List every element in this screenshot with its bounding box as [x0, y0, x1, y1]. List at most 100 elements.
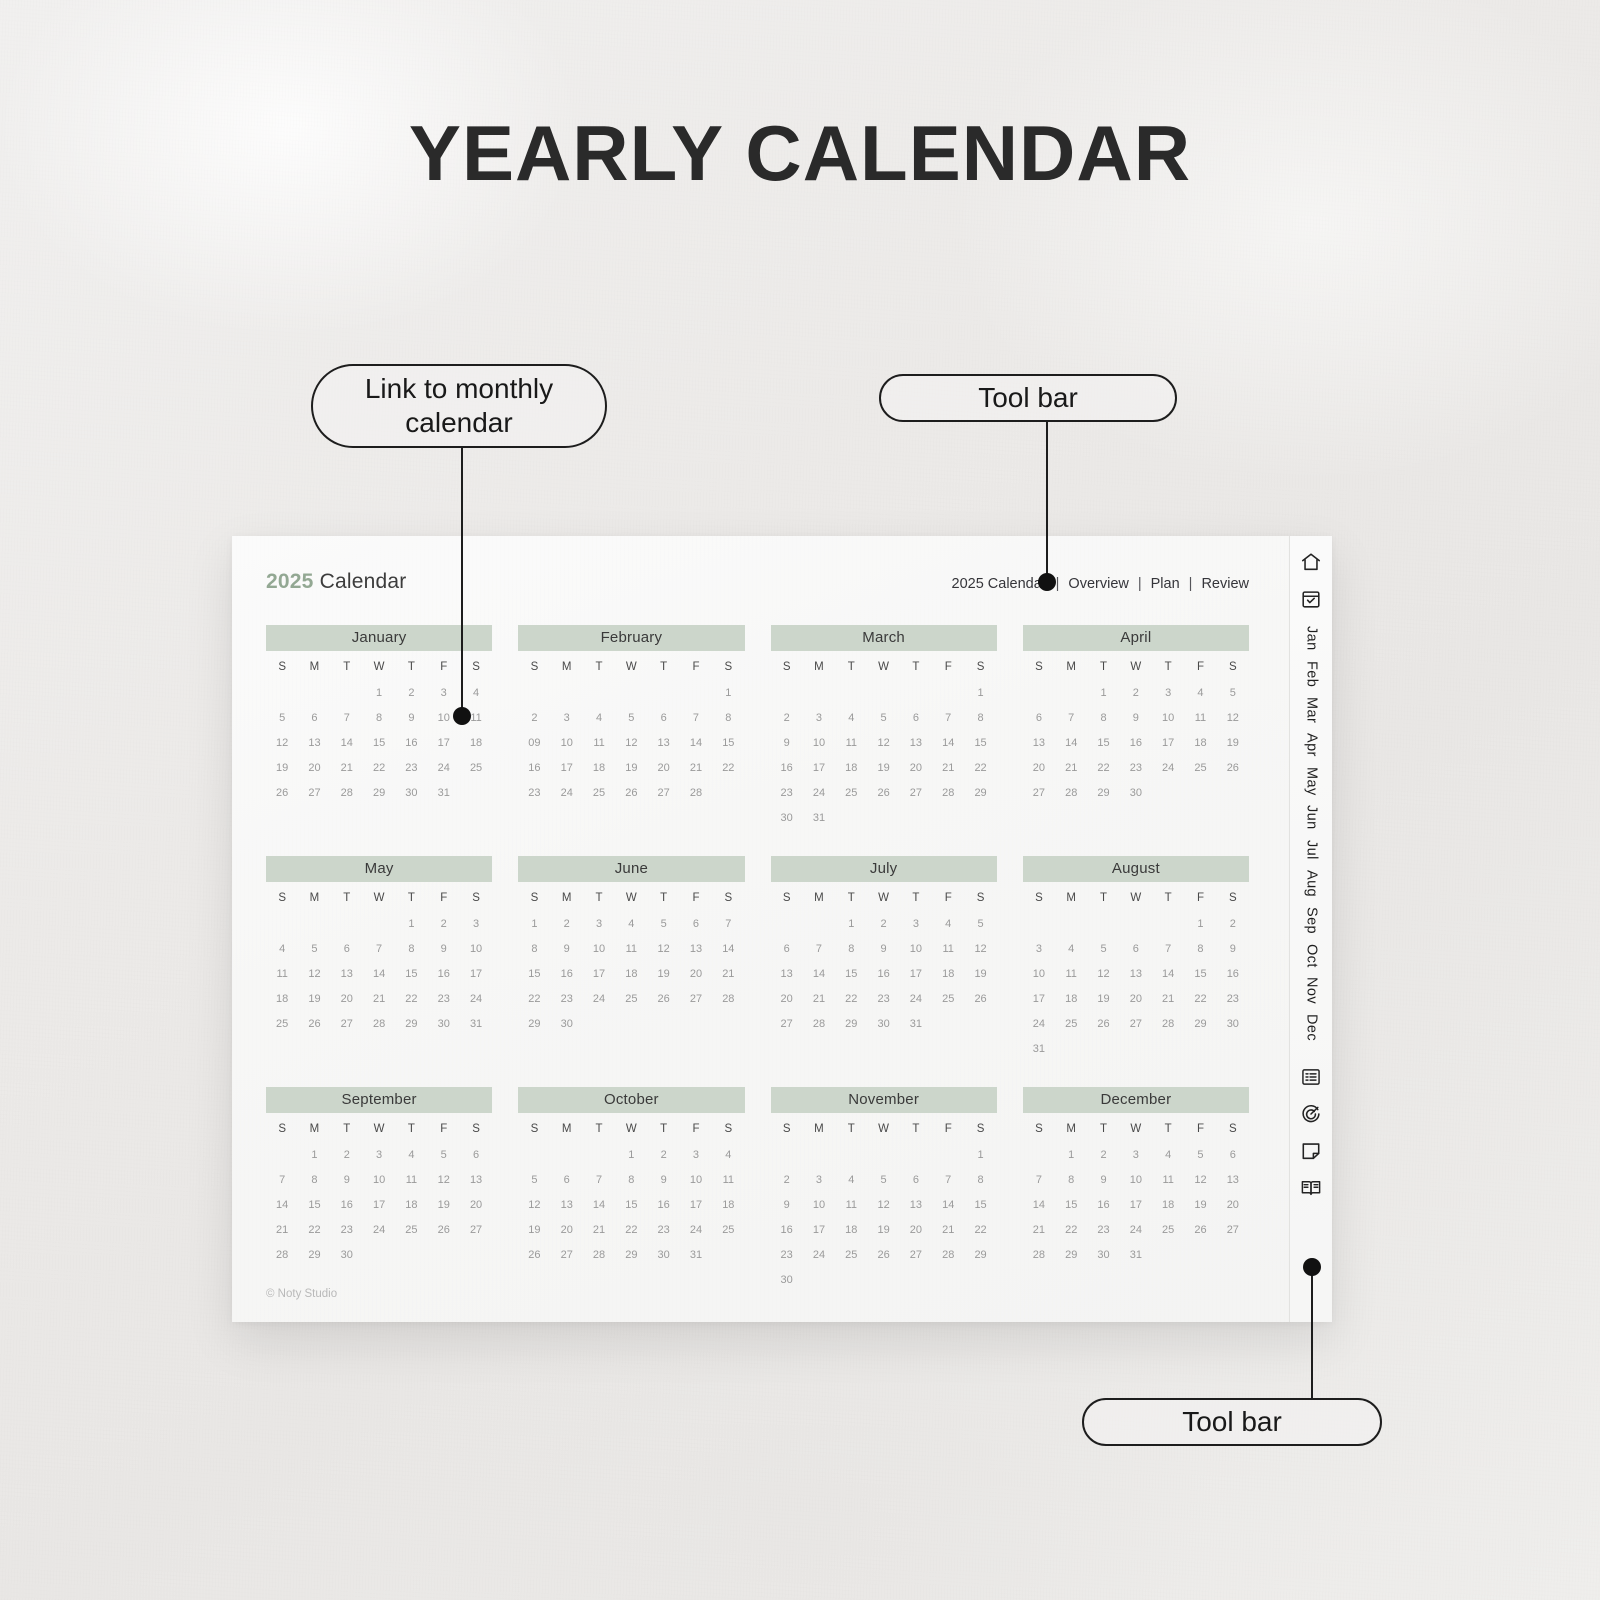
day-cell[interactable]: 17	[803, 755, 835, 780]
day-cell[interactable]: 5	[867, 1167, 899, 1192]
day-cell[interactable]: 20	[648, 755, 680, 780]
day-cell[interactable]: 27	[648, 780, 680, 805]
day-cell[interactable]: 6	[1023, 705, 1055, 730]
day-cell[interactable]: 25	[932, 986, 964, 1011]
day-cell[interactable]: 16	[551, 961, 583, 986]
day-cell[interactable]: 5	[648, 911, 680, 936]
day-cell[interactable]: 13	[900, 1192, 932, 1217]
day-cell[interactable]: 28	[1152, 1011, 1184, 1036]
day-cell[interactable]: 6	[648, 705, 680, 730]
day-cell[interactable]: 20	[1120, 986, 1152, 1011]
day-cell[interactable]: 11	[615, 936, 647, 961]
day-cell[interactable]: 28	[803, 1011, 835, 1036]
day-cell[interactable]: 2	[428, 911, 460, 936]
day-cell[interactable]: 16	[648, 1192, 680, 1217]
day-cell[interactable]: 14	[932, 730, 964, 755]
day-cell[interactable]: 24	[583, 986, 615, 1011]
day-cell[interactable]: 28	[932, 1242, 964, 1267]
day-cell[interactable]: 17	[460, 961, 492, 986]
day-cell[interactable]: 24	[900, 986, 932, 1011]
day-cell[interactable]: 16	[771, 1217, 803, 1242]
day-cell[interactable]: 23	[771, 1242, 803, 1267]
day-cell[interactable]: 4	[395, 1142, 427, 1167]
day-cell[interactable]: 16	[867, 961, 899, 986]
day-cell[interactable]: 15	[1055, 1192, 1087, 1217]
day-cell[interactable]: 20	[1023, 755, 1055, 780]
day-cell[interactable]: 22	[363, 755, 395, 780]
day-cell[interactable]: 9	[428, 936, 460, 961]
day-cell[interactable]: 17	[551, 755, 583, 780]
day-cell[interactable]: 12	[518, 1192, 550, 1217]
day-cell[interactable]: 2	[771, 1167, 803, 1192]
toolbar-month-oct[interactable]: Oct	[1303, 944, 1319, 968]
day-cell[interactable]: 25	[266, 1011, 298, 1036]
day-cell[interactable]: 27	[1023, 780, 1055, 805]
day-cell[interactable]: 5	[266, 705, 298, 730]
day-cell[interactable]: 18	[395, 1192, 427, 1217]
day-cell[interactable]: 8	[1055, 1167, 1087, 1192]
day-cell[interactable]: 26	[1184, 1217, 1216, 1242]
day-cell[interactable]: 8	[1087, 705, 1119, 730]
day-cell[interactable]: 3	[363, 1142, 395, 1167]
day-cell[interactable]: 22	[518, 986, 550, 1011]
day-cell[interactable]: 1	[835, 911, 867, 936]
day-cell[interactable]: 1	[1184, 911, 1216, 936]
day-cell[interactable]: 2	[551, 911, 583, 936]
target-goal-icon[interactable]	[1299, 1102, 1323, 1126]
day-cell[interactable]: 29	[964, 780, 996, 805]
day-cell[interactable]: 1	[518, 911, 550, 936]
day-cell[interactable]: 8	[712, 705, 744, 730]
day-cell[interactable]: 17	[1120, 1192, 1152, 1217]
day-cell[interactable]: 21	[363, 986, 395, 1011]
day-cell[interactable]: 19	[298, 986, 330, 1011]
day-cell[interactable]: 18	[932, 961, 964, 986]
day-cell[interactable]: 9	[395, 705, 427, 730]
day-cell[interactable]: 30	[771, 1267, 803, 1292]
day-cell[interactable]: 8	[964, 705, 996, 730]
day-cell[interactable]: 11	[1055, 961, 1087, 986]
day-cell[interactable]: 10	[680, 1167, 712, 1192]
day-cell[interactable]: 7	[712, 911, 744, 936]
day-cell[interactable]: 22	[615, 1217, 647, 1242]
day-cell[interactable]: 30	[551, 1011, 583, 1036]
day-cell[interactable]: 18	[1152, 1192, 1184, 1217]
day-cell[interactable]: 20	[1217, 1192, 1249, 1217]
day-cell[interactable]: 15	[518, 961, 550, 986]
day-cell[interactable]: 3	[460, 911, 492, 936]
day-cell[interactable]: 31	[460, 1011, 492, 1036]
toolbar-month-jan[interactable]: Jan	[1303, 626, 1319, 651]
day-cell[interactable]: 5	[615, 705, 647, 730]
day-cell[interactable]: 26	[428, 1217, 460, 1242]
day-cell[interactable]: 8	[298, 1167, 330, 1192]
nav-item-review[interactable]: Review	[1201, 576, 1249, 592]
day-cell[interactable]: 4	[1055, 936, 1087, 961]
day-cell[interactable]: 19	[266, 755, 298, 780]
day-cell[interactable]: 19	[1217, 730, 1249, 755]
day-cell[interactable]: 3	[1023, 936, 1055, 961]
month-header[interactable]: October	[518, 1087, 745, 1113]
day-cell[interactable]: 8	[835, 936, 867, 961]
day-cell[interactable]: 25	[1184, 755, 1216, 780]
day-cell[interactable]: 9	[867, 936, 899, 961]
day-cell[interactable]: 22	[964, 1217, 996, 1242]
day-cell[interactable]: 12	[428, 1167, 460, 1192]
day-cell[interactable]: 11	[583, 730, 615, 755]
day-cell[interactable]: 14	[1152, 961, 1184, 986]
day-cell[interactable]: 3	[803, 1167, 835, 1192]
day-cell[interactable]: 12	[298, 961, 330, 986]
day-cell[interactable]: 22	[712, 755, 744, 780]
day-cell[interactable]: 21	[932, 1217, 964, 1242]
day-cell[interactable]: 17	[428, 730, 460, 755]
month-header[interactable]: September	[266, 1087, 493, 1113]
day-cell[interactable]: 25	[1152, 1217, 1184, 1242]
day-cell[interactable]: 15	[1087, 730, 1119, 755]
day-cell[interactable]: 28	[331, 780, 363, 805]
day-cell[interactable]: 3	[680, 1142, 712, 1167]
day-cell[interactable]: 4	[835, 1167, 867, 1192]
day-cell[interactable]: 2	[1087, 1142, 1119, 1167]
day-cell[interactable]: 4	[835, 705, 867, 730]
day-cell[interactable]: 3	[551, 705, 583, 730]
day-cell[interactable]: 28	[1055, 780, 1087, 805]
day-cell[interactable]: 6	[900, 705, 932, 730]
day-cell[interactable]: 7	[932, 705, 964, 730]
